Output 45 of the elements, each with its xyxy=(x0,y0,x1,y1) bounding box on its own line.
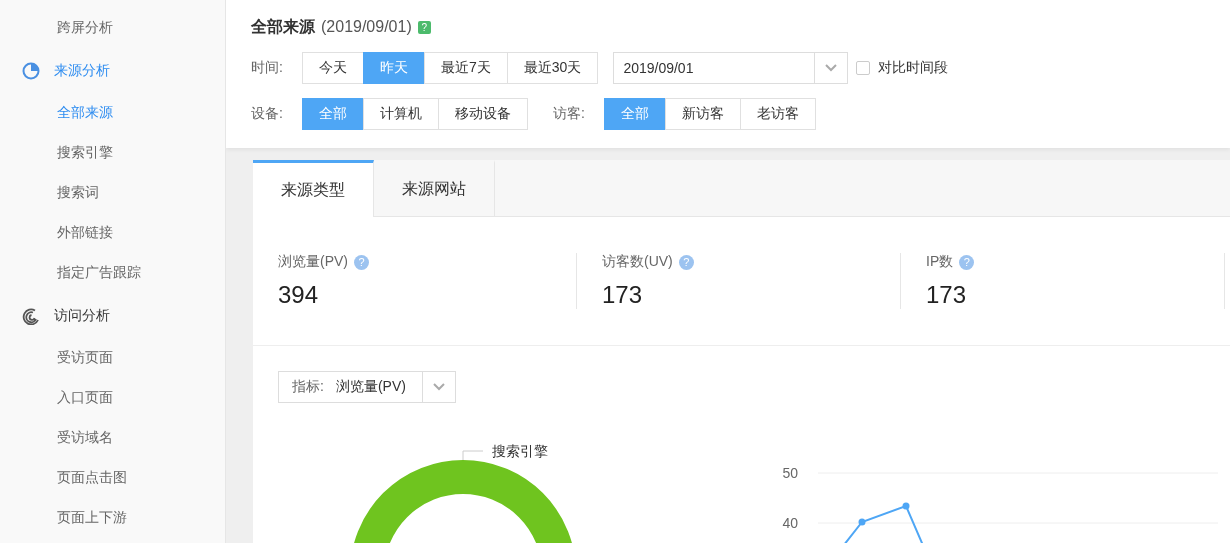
spiral-icon xyxy=(22,306,40,325)
filter-option[interactable]: 老访客 xyxy=(740,98,816,130)
pie-chart-icon xyxy=(22,61,40,80)
filter-option[interactable]: 最近7天 xyxy=(424,52,508,84)
sidebar-item[interactable]: 全部来源 xyxy=(0,93,225,133)
sidebar-item[interactable]: 搜索引擎 xyxy=(0,133,225,173)
sidebar-item[interactable]: 页面上下游 xyxy=(0,498,225,538)
filter-label: 访客: xyxy=(553,105,586,123)
compare-checkbox[interactable] xyxy=(856,61,871,75)
checkbox-label: 对比时间段 xyxy=(878,59,949,77)
sidebar-item[interactable]: 跨屏分析 xyxy=(0,8,225,48)
sidebar-item[interactable]: 搜索词 xyxy=(0,173,225,213)
filter-option[interactable]: 计算机 xyxy=(363,98,439,130)
chevron-down-icon xyxy=(433,383,445,391)
sidebar-group[interactable]: 来源分析 xyxy=(0,48,225,93)
filter-label: 时间: xyxy=(251,59,284,77)
page-title: 全部来源 xyxy=(251,16,315,37)
sidebar-group[interactable]: 访问分析 xyxy=(0,293,225,338)
filter-label: 设备: xyxy=(251,105,284,123)
legend-label: 搜索引擎 xyxy=(492,443,548,459)
filter-option[interactable]: 新访客 xyxy=(665,98,741,130)
stat-value: 394 xyxy=(278,281,320,309)
sidebar-item[interactable]: 入口页面 xyxy=(0,378,225,418)
stat-value: 173 xyxy=(602,281,644,309)
date-select[interactable]: 2019/09/01 xyxy=(613,52,849,84)
stat-label: IP数 xyxy=(926,253,954,271)
chevron-down-icon xyxy=(825,64,838,72)
filter-option[interactable]: 今天 xyxy=(302,52,364,84)
sidebar-item[interactable]: 指定广告跟踪 xyxy=(0,253,225,293)
sidebar-item[interactable]: 页面点击图 xyxy=(0,458,225,498)
metric-select[interactable]: 指标: 浏览量(PV) xyxy=(278,371,456,403)
filter-option[interactable]: 移动设备 xyxy=(438,98,528,130)
stat-value: 173 xyxy=(926,281,968,309)
tab[interactable]: 来源网站 xyxy=(374,160,495,216)
page-date: (2019/09/01) xyxy=(321,18,412,36)
tab[interactable]: 来源类型 xyxy=(253,160,374,217)
sidebar-item[interactable]: 受访页面 xyxy=(0,338,225,378)
stat-label: 访客数(UV) xyxy=(602,253,673,271)
leader-line xyxy=(462,450,484,461)
stat-label: 浏览量(PV) xyxy=(278,253,348,271)
y-tick-label: 50 xyxy=(782,465,798,481)
y-tick-label: 40 xyxy=(782,515,798,531)
sidebar-item[interactable]: 外部链接 xyxy=(0,213,225,253)
filter-option[interactable]: 最近30天 xyxy=(506,52,599,84)
sidebar-item[interactable]: 受访域名 xyxy=(0,418,225,458)
